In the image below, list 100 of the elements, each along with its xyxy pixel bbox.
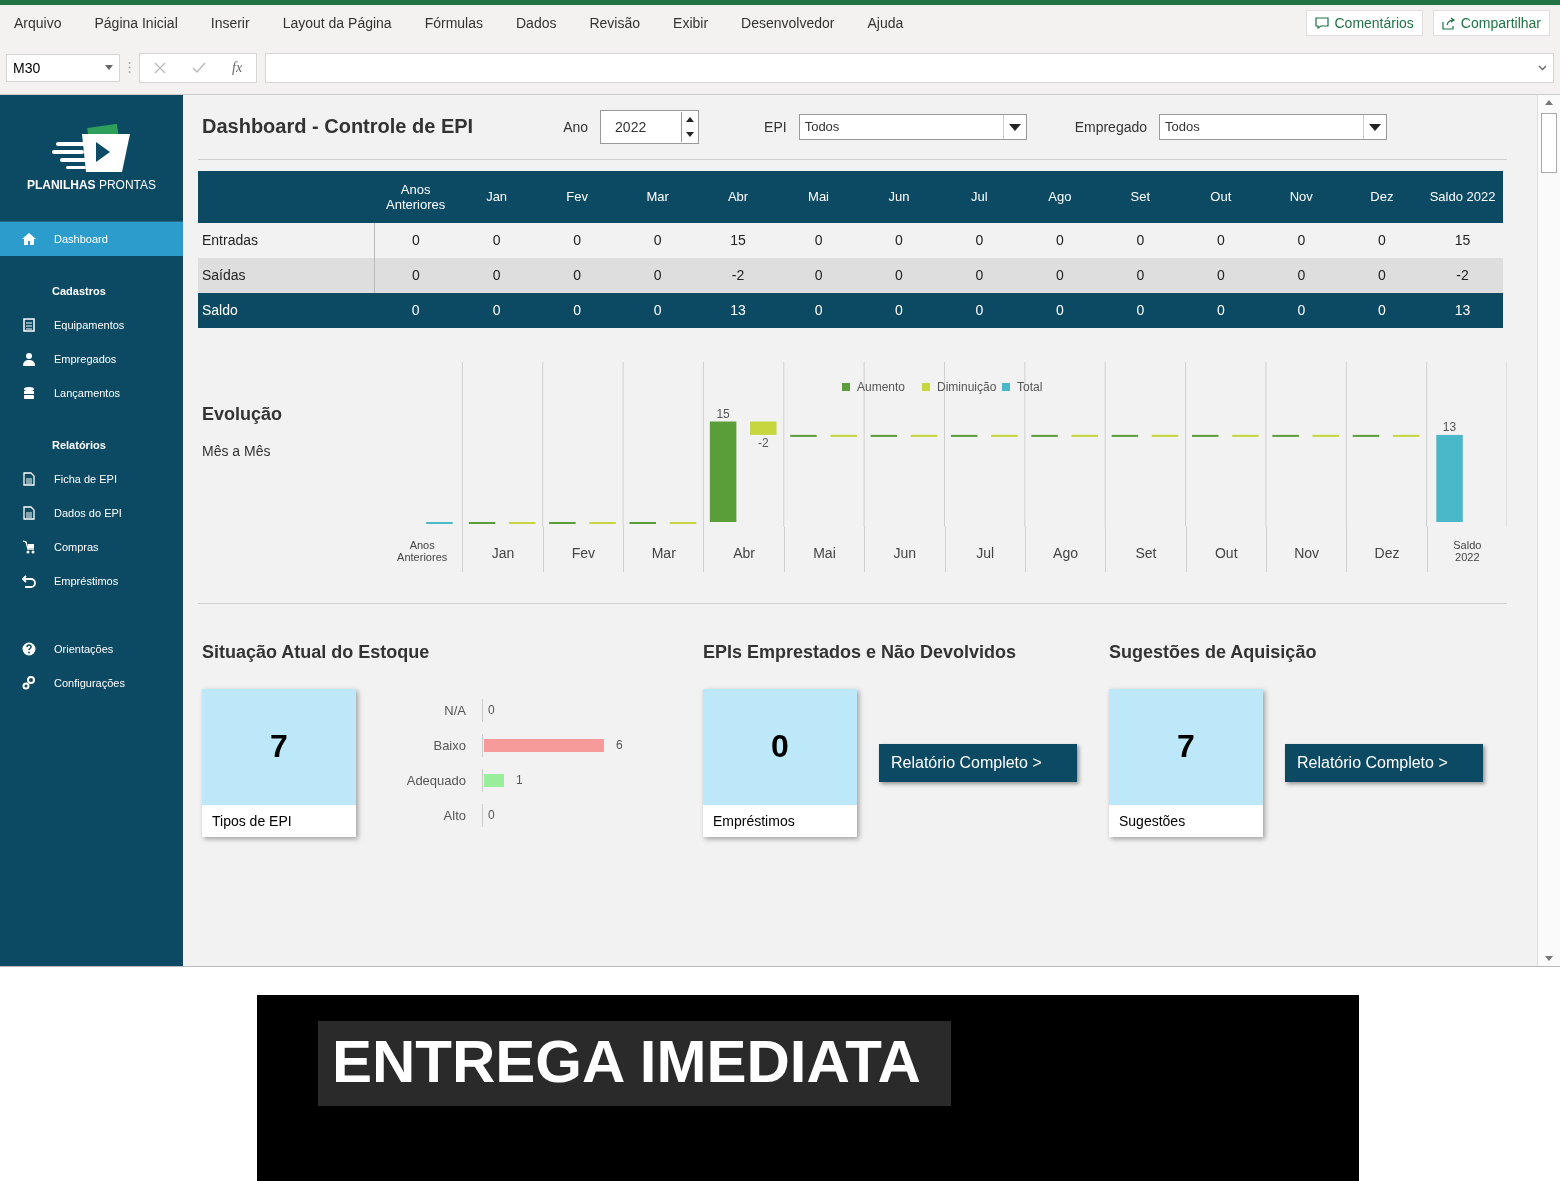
table-cell: 0	[1180, 292, 1262, 328]
formula-input[interactable]	[265, 52, 1554, 83]
table-cell: 0	[1100, 257, 1181, 293]
scroll-thumb[interactable]	[1541, 112, 1557, 173]
table-cell: 15	[697, 222, 779, 258]
ribbon-tab[interactable]: Página Inicial	[94, 15, 178, 32]
section-title: Situação Atual do Estoque	[202, 641, 431, 663]
axis-label: Jun	[893, 544, 917, 561]
axis-label: Mai	[813, 544, 836, 561]
share-button[interactable]: Compartilhar	[1432, 10, 1550, 37]
column-header: Nov	[1261, 170, 1342, 223]
comment-icon	[1315, 17, 1330, 30]
filter-dropdown[interactable]: Todos	[798, 113, 1027, 140]
data-label: -2	[757, 435, 769, 450]
legend-label: Aumento	[857, 379, 906, 394]
data-label: 1	[515, 773, 523, 788]
sidebar-item[interactable]: Orientações	[0, 631, 183, 666]
caret-icon	[105, 65, 113, 71]
sidebar-item[interactable]: Lançamentos	[0, 375, 183, 410]
filter-dropdown[interactable]: Todos	[1159, 113, 1388, 140]
document-icon	[22, 505, 36, 520]
table-cell: 0	[939, 257, 1020, 293]
share-icon	[1441, 17, 1456, 30]
table-cell: 0	[374, 222, 457, 258]
sidebar-item[interactable]: Ficha de EPI	[0, 461, 183, 496]
sidebar-heading: Relatórios	[52, 438, 106, 451]
table-cell: 0	[858, 292, 940, 328]
report-button[interactable]: Relatório Completo >	[879, 743, 1077, 782]
comments-button[interactable]: Comentários	[1306, 10, 1423, 37]
axis-label: Adequado	[405, 772, 467, 788]
sidebar-item[interactable]: Compras	[0, 529, 183, 564]
ribbon-tab[interactable]: Exibir	[673, 15, 709, 32]
data-label: 0	[487, 703, 495, 718]
data-label: 6	[615, 738, 623, 753]
axis-label: Mar	[651, 544, 676, 561]
ribbon-tab[interactable]: Arquivo	[14, 15, 62, 32]
axis-label: N/A	[443, 702, 467, 718]
table-cell: 0	[1341, 257, 1423, 293]
table-cell: 0	[1100, 222, 1181, 258]
table-cell: 0	[1180, 222, 1262, 258]
dashboard-title: Dashboard - Controle de EPI	[202, 115, 474, 139]
table-cell: 0	[858, 222, 940, 258]
name-box[interactable]: M30	[6, 53, 120, 82]
sidebar-item[interactable]: Empregados	[0, 341, 183, 376]
table-cell: 0	[778, 257, 859, 293]
return-arrow-icon	[22, 573, 36, 588]
ribbon-tab[interactable]: Layout da Página	[282, 15, 392, 32]
sidebar-item[interactable]: Empréstimos	[0, 563, 183, 598]
sidebar-item[interactable]: Dados do EPI	[0, 495, 183, 530]
report-button[interactable]: Relatório Completo >	[1285, 743, 1483, 782]
axis-label: Abr	[733, 544, 755, 561]
person-icon	[22, 351, 36, 366]
axis-label: Fev	[571, 544, 596, 561]
axis-label: Alto	[442, 807, 467, 823]
ribbon-tab[interactable]: Inserir	[210, 15, 250, 32]
sidebar-item[interactable]: Equipamentos	[0, 307, 183, 342]
axis-label: Ago	[1053, 544, 1078, 561]
cancel-icon[interactable]	[154, 61, 166, 74]
ribbon-tab[interactable]: Ajuda	[867, 15, 904, 32]
table-cell: 0	[1019, 257, 1101, 293]
axis-label: Saldo 2022	[1453, 538, 1482, 563]
filter-label: Ano	[563, 118, 589, 135]
table-cell: 0	[1261, 292, 1342, 328]
sidebar-item[interactable]: Configurações	[0, 665, 183, 700]
row-label: Entradas	[198, 222, 375, 258]
table-cell: 0	[1341, 292, 1423, 328]
insert-function-button[interactable]: fx	[232, 59, 243, 76]
ribbon-tab[interactable]: Desenvolvedor	[741, 15, 835, 32]
help-icon	[22, 641, 36, 656]
kpi-caption: Sugestões	[1109, 804, 1263, 837]
table-cell: 0	[536, 222, 618, 258]
gears-icon	[22, 675, 36, 690]
table-cell: 0	[1019, 222, 1101, 258]
table-cell: 0	[939, 222, 1020, 258]
ribbon-tab[interactable]: Dados	[516, 15, 557, 32]
axis-label: Out	[1215, 544, 1238, 561]
vertical-scrollbar[interactable]	[1537, 94, 1560, 966]
check-icon[interactable]	[192, 61, 206, 74]
grip-icon	[128, 61, 131, 75]
table-cell: 0	[1341, 222, 1423, 258]
axis-label: Nov	[1294, 544, 1320, 561]
year-spinner[interactable]: 2022	[600, 109, 700, 144]
table-cell: 0	[1019, 292, 1101, 328]
table-cell: 0	[778, 222, 859, 258]
table-cell: 13	[1422, 292, 1503, 328]
kpi-card: 7 Tipos de EPI	[202, 688, 356, 837]
ribbon-tab[interactable]: Fórmulas	[424, 15, 483, 32]
clipboard-icon	[22, 317, 36, 332]
table-cell: 0	[456, 292, 537, 328]
axis-label: Jan	[491, 544, 515, 561]
legend-label: Diminuição	[937, 379, 997, 394]
axis-label: Anos Anteriores	[397, 538, 448, 563]
ribbon-tab[interactable]: Revisão	[589, 15, 641, 32]
data-label: 13	[1442, 419, 1457, 434]
filter-label: Empregado	[1074, 118, 1148, 135]
table-cell: 0	[456, 257, 537, 293]
legend-label: Total	[1017, 379, 1043, 394]
filter-label: EPI	[764, 118, 787, 135]
axis-label: Set	[1135, 544, 1157, 561]
column-header: Fev	[536, 170, 618, 223]
